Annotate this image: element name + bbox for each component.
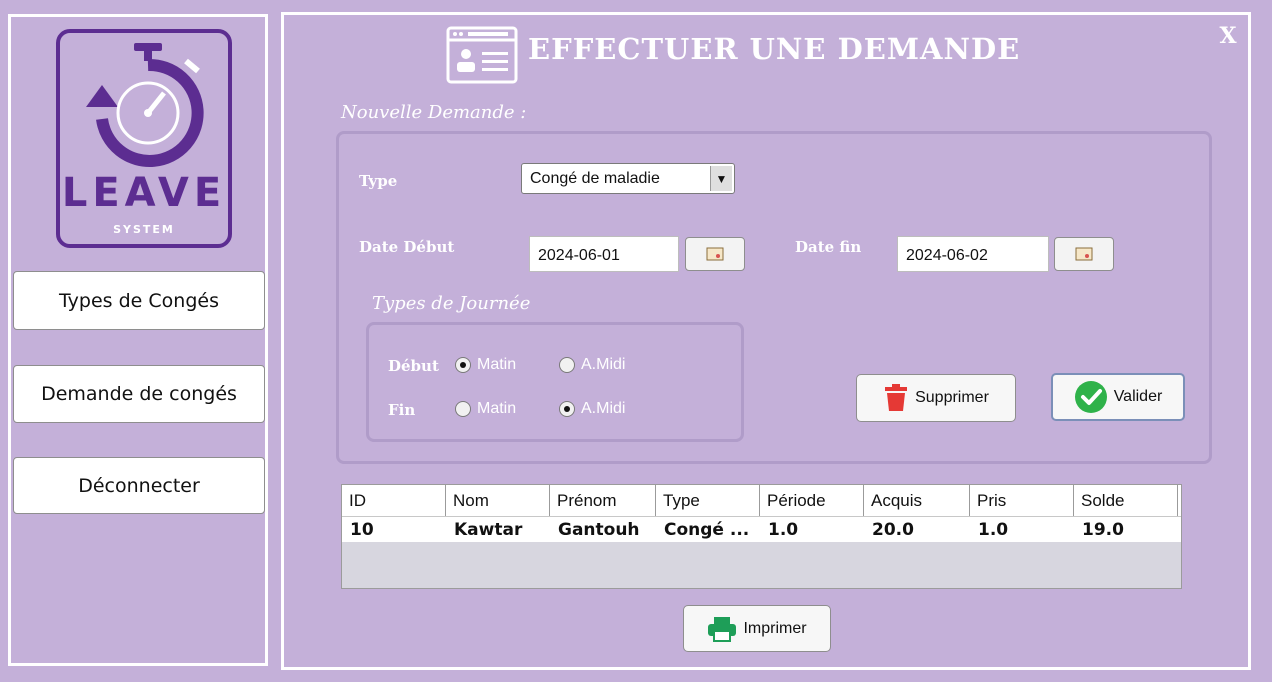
table-header: ID Nom Prénom Type Période Acquis Pris S…: [342, 485, 1181, 517]
logo-wordmark: LEAVE: [61, 170, 227, 216]
debut-amidi-radio[interactable]: [559, 357, 575, 373]
debut-matin-label: Matin: [477, 356, 517, 373]
valider-button[interactable]: Valider: [1051, 373, 1185, 421]
column-header[interactable]: Pris: [970, 485, 1074, 516]
stopwatch-refresh-icon: [86, 43, 204, 167]
calendar-icon: [1075, 247, 1093, 261]
table-row[interactable]: 10 Kawtar Gantouh Congé ... 1.0 20.0 1.0…: [342, 517, 1181, 542]
check-circle-icon: [1074, 381, 1107, 413]
form-id-card-icon: [446, 26, 518, 84]
table-cell: 1.0: [768, 520, 799, 540]
column-header[interactable]: Nom: [446, 485, 550, 516]
table-cell: 1.0: [978, 520, 1009, 540]
date-debut-label: Date Début: [359, 238, 455, 256]
debut-matin-radio[interactable]: [455, 357, 471, 373]
column-header[interactable]: ID: [342, 485, 446, 516]
type-label: Type: [359, 172, 398, 190]
chevron-down-icon[interactable]: ▼: [710, 166, 732, 191]
debut-matin-option[interactable]: Matin: [455, 356, 516, 374]
column-header[interactable]: Solde: [1074, 485, 1178, 516]
fin-matin-option[interactable]: Matin: [455, 400, 516, 418]
debut-amidi-label: A.Midi: [581, 356, 626, 373]
imprimer-button[interactable]: Imprimer: [683, 605, 831, 652]
date-debut-value: 2024-06-01: [538, 247, 620, 264]
trash-icon: [885, 384, 908, 411]
table-cell: Gantouh: [558, 520, 640, 540]
date-fin-value: 2024-06-02: [906, 247, 988, 264]
column-header[interactable]: Acquis: [864, 485, 970, 516]
types-journee-box: [366, 322, 744, 442]
type-select[interactable]: Congé de maladie ▼: [521, 163, 735, 194]
date-fin-field[interactable]: 2024-06-02: [897, 236, 1049, 272]
page-title: EFFECTUER UNE DEMANDE: [528, 32, 1021, 66]
type-select-value: Congé de maladie: [530, 170, 660, 187]
leave-system-logo: LEAVE SYSTEM: [56, 29, 232, 248]
leave-table[interactable]: ID Nom Prénom Type Période Acquis Pris S…: [341, 484, 1182, 589]
valider-label: Valider: [1113, 388, 1163, 405]
sidebar-item-types-conges[interactable]: Types de Congés: [13, 271, 265, 330]
logo-subtitle: SYSTEM: [113, 223, 175, 236]
imprimer-label: Imprimer: [743, 619, 807, 637]
fin-amidi-option[interactable]: A.Midi: [559, 400, 625, 418]
table-cell: 20.0: [872, 520, 914, 540]
column-header[interactable]: Type: [656, 485, 760, 516]
fin-amidi-label: A.Midi: [581, 400, 626, 417]
debut-label: Début: [388, 357, 439, 375]
date-debut-calendar-button[interactable]: [685, 237, 745, 271]
column-header[interactable]: Prénom: [550, 485, 656, 516]
column-header[interactable]: Période: [760, 485, 864, 516]
section-title-nouvelle-demande: Nouvelle Demande :: [341, 102, 527, 123]
date-fin-label: Date fin: [795, 238, 862, 256]
close-button[interactable]: X: [1216, 24, 1240, 48]
date-debut-field[interactable]: 2024-06-01: [529, 236, 679, 272]
debut-amidi-option[interactable]: A.Midi: [559, 356, 625, 374]
types-journee-title: Types de Journée: [372, 293, 531, 314]
fin-matin-label: Matin: [477, 400, 517, 417]
fin-matin-radio[interactable]: [455, 401, 471, 417]
table-cell: 10: [350, 520, 374, 540]
sidebar-item-deconnecter[interactable]: Déconnecter: [13, 457, 265, 514]
table-cell: Congé ...: [664, 520, 750, 540]
fin-amidi-radio[interactable]: [559, 401, 575, 417]
supprimer-label: Supprimer: [915, 389, 989, 406]
table-cell: 19.0: [1082, 520, 1124, 540]
date-fin-calendar-button[interactable]: [1054, 237, 1114, 271]
supprimer-button[interactable]: Supprimer: [856, 374, 1016, 422]
printer-icon: [708, 616, 737, 642]
sidebar-item-demande-conges[interactable]: Demande de congés: [13, 365, 265, 423]
calendar-icon: [706, 247, 724, 261]
fin-label: Fin: [388, 401, 416, 419]
table-cell: Kawtar: [454, 520, 523, 540]
